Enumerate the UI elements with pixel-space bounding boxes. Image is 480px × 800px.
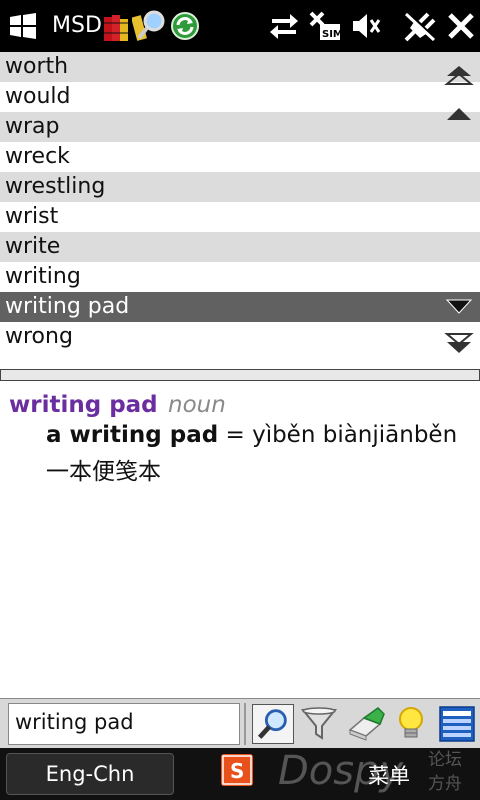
watermark-chinese-line2: 方舟 <box>428 774 462 794</box>
watermark-chinese-line1: 论坛 <box>428 750 462 770</box>
language-direction-button[interactable]: Eng-Chn <box>6 753 174 795</box>
splitter-bar[interactable] <box>0 369 480 381</box>
example-line: a writing pad = yìběn biànjiānběn <box>46 422 457 448</box>
word-list-item[interactable]: writing <box>0 262 480 292</box>
lightbulb-icon[interactable] <box>390 704 432 744</box>
toolbar-divider <box>244 703 246 745</box>
softkey-bar: Eng-Chn S Dospy 菜单 论坛 方舟 <box>0 748 480 800</box>
example-phrase: a writing pad <box>46 422 219 448</box>
list-view-icon[interactable] <box>436 704 478 744</box>
status-bar: MSD SIM <box>0 0 480 52</box>
power-plug-icon[interactable] <box>402 10 438 42</box>
example-pinyin: = yìběn biànjiānběn <box>218 422 458 448</box>
app-title[interactable]: MSD <box>52 13 102 38</box>
search-input[interactable]: writing pad <box>8 703 240 745</box>
page-down-icon[interactable] <box>444 332 474 356</box>
word-list-item[interactable]: would <box>0 82 480 112</box>
word-list-item[interactable]: worth <box>0 52 480 82</box>
svg-text:SIM: SIM <box>322 29 342 40</box>
word-list-item[interactable]: write <box>0 232 480 262</box>
scroll-down-icon[interactable] <box>444 296 474 320</box>
search-toolbar: writing pad <box>0 698 480 748</box>
filter-icon[interactable] <box>298 704 340 744</box>
dictionary-books-icon <box>104 15 128 41</box>
data-transfer-icon[interactable] <box>268 10 300 42</box>
word-list-item[interactable]: wrestling <box>0 172 480 202</box>
sync-icon[interactable] <box>170 11 200 41</box>
definition-pane: writing pad noun a writing pad = yìběn b… <box>0 388 480 698</box>
word-list-item[interactable]: wrap <box>0 112 480 142</box>
word-list-item[interactable]: wrist <box>0 202 480 232</box>
page-up-icon[interactable] <box>444 62 474 86</box>
svg-text:S: S <box>230 759 244 783</box>
part-of-speech: noun <box>168 392 226 418</box>
watermark-chinese: 论坛 方舟 <box>428 748 462 796</box>
search-icon[interactable] <box>252 704 294 744</box>
eraser-icon[interactable] <box>344 704 386 744</box>
speaker-muted-icon[interactable] <box>350 10 382 42</box>
word-list: worth would wrap wreck wrestling wrist w… <box>0 52 480 358</box>
input-method-icon[interactable]: S <box>221 754 253 786</box>
menu-button[interactable]: 菜单 <box>368 760 410 790</box>
magnifier-icon <box>132 10 165 41</box>
word-list-item-selected[interactable]: writing pad <box>0 292 480 322</box>
close-icon[interactable] <box>446 10 476 42</box>
no-sim-icon[interactable]: SIM <box>308 10 342 42</box>
scroll-up-icon[interactable] <box>444 102 474 126</box>
windows-start-icon[interactable] <box>8 12 38 40</box>
example-chinese: 一本便笺本 <box>46 459 161 485</box>
headword: writing pad <box>9 392 158 418</box>
word-list-item[interactable]: wrong <box>0 322 480 352</box>
word-list-item[interactable]: wreck <box>0 142 480 172</box>
